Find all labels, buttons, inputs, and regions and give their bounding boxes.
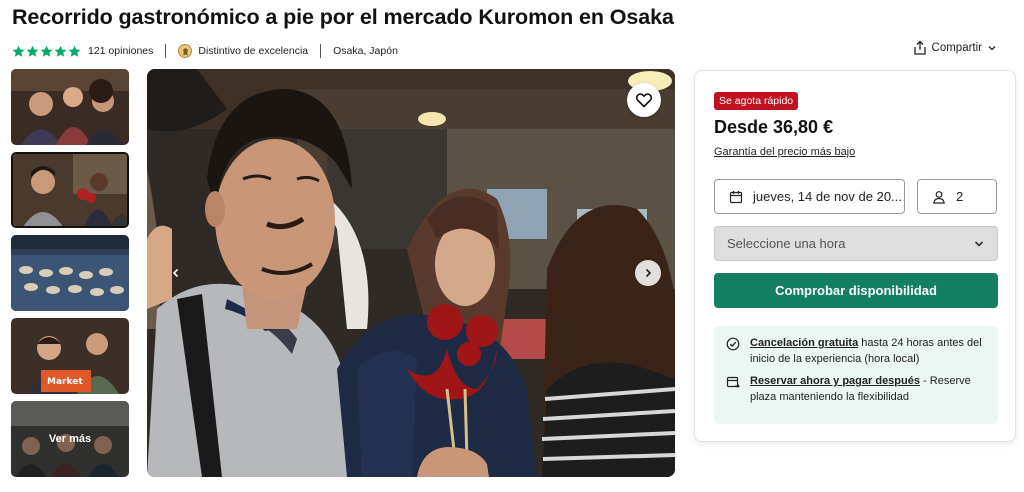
chevron-right-icon xyxy=(645,268,652,278)
divider xyxy=(165,44,167,58)
previous-photo-button[interactable] xyxy=(163,260,189,286)
calendar-pay-icon xyxy=(726,376,740,388)
main-photo[interactable] xyxy=(147,69,675,477)
free-cancellation-text: Cancelación gratuita hasta 24 horas ante… xyxy=(750,336,988,367)
reserve-now-text: Reservar ahora y pagar después - Reserve… xyxy=(750,374,988,405)
thumbnail-5[interactable]: Ver más xyxy=(11,401,129,477)
price-label: Desde 36,80 € xyxy=(714,117,834,137)
time-select-placeholder: Seleccione una hora xyxy=(727,236,846,251)
excellence-badge-label: Distintivo de excelencia xyxy=(198,45,309,57)
check-circle-icon xyxy=(726,337,740,351)
time-select[interactable]: Seleccione una hora xyxy=(714,226,998,261)
thumbnail-2[interactable] xyxy=(11,152,129,228)
booking-card: Se agota rápido Desde 36,80 € Garantía d… xyxy=(694,70,1016,442)
rating-stars[interactable] xyxy=(12,45,81,58)
thumbnail-1[interactable] xyxy=(11,69,129,145)
travelers-picker[interactable]: 2 xyxy=(917,179,997,214)
share-button[interactable]: Compartir xyxy=(912,40,1002,56)
chevron-left-icon xyxy=(172,268,179,278)
star-icon xyxy=(12,45,25,57)
travelers-value: 2 xyxy=(956,189,964,204)
star-icon xyxy=(68,45,81,57)
page-title: Recorrido gastronómico a pie por el merc… xyxy=(12,5,674,29)
award-badge-icon xyxy=(178,44,193,58)
share-icon xyxy=(913,40,926,55)
reserve-now-link[interactable]: Reservar ahora y pagar después xyxy=(750,375,920,387)
meta-bar: 121 opiniones Distintivo de excelencia O… xyxy=(12,42,398,60)
heart-icon xyxy=(635,93,653,108)
check-availability-button[interactable]: Comprobar disponibilidad xyxy=(714,273,998,308)
save-to-trip-button[interactable] xyxy=(627,83,661,117)
see-more-label: Ver más xyxy=(11,401,129,477)
free-cancellation-link[interactable]: Cancelación gratuita xyxy=(750,337,858,349)
divider xyxy=(320,44,322,58)
booking-benefits: Cancelación gratuita hasta 24 horas ante… xyxy=(714,326,998,424)
share-label: Compartir xyxy=(931,42,982,54)
star-icon xyxy=(54,45,67,57)
star-icon xyxy=(26,45,39,57)
chevron-down-icon xyxy=(974,241,984,247)
person-icon xyxy=(933,190,945,204)
main-photo-image xyxy=(147,69,675,477)
thumbnail-3[interactable] xyxy=(11,235,129,311)
star-icon xyxy=(40,45,53,57)
free-cancellation-row: Cancelación gratuita hasta 24 horas ante… xyxy=(726,336,988,367)
thumbnail-4[interactable]: Market xyxy=(11,318,129,394)
chevron-down-icon xyxy=(988,46,996,51)
reviews-count[interactable]: 121 opiniones xyxy=(88,45,153,57)
reserve-now-row: Reservar ahora y pagar después - Reserve… xyxy=(726,374,988,405)
next-photo-button[interactable] xyxy=(635,260,661,286)
date-value: jueves, 14 de nov de 20... xyxy=(753,189,902,204)
date-picker[interactable]: jueves, 14 de nov de 20... xyxy=(714,179,905,214)
location-label[interactable]: Osaka, Japón xyxy=(333,45,398,57)
svg-text:Market: Market xyxy=(47,377,83,387)
price-guarantee-link[interactable]: Garantía del precio más bajo xyxy=(714,146,855,158)
calendar-icon xyxy=(729,190,743,203)
urgency-badge: Se agota rápido xyxy=(714,92,799,110)
